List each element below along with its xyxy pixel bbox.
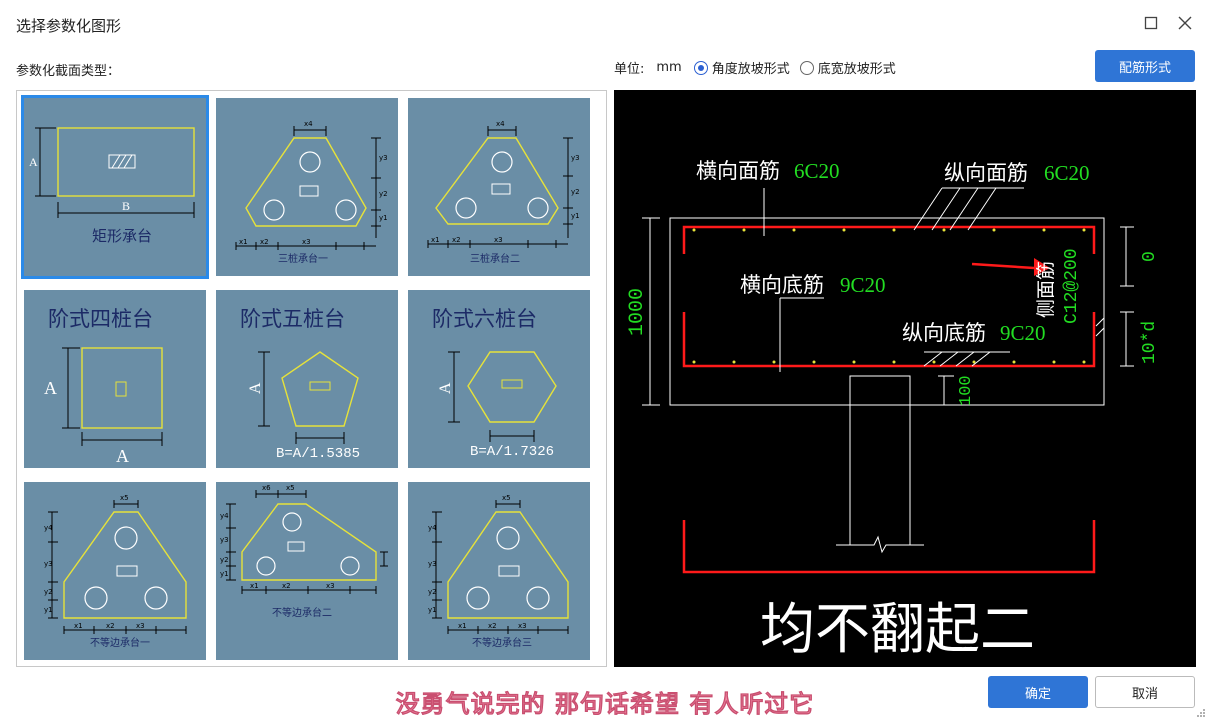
un3-y4: y4: [428, 524, 437, 532]
un1-y2: y2: [44, 588, 53, 596]
un2-y3: y3: [220, 536, 229, 544]
step5-dim-a: A: [247, 382, 264, 394]
step5-name: 阶式五桩台: [240, 307, 345, 331]
un1-x2: x2: [106, 622, 115, 630]
anchor-dim: 10*d: [1140, 321, 1160, 364]
un3-y2: y2: [428, 588, 437, 596]
tri1-y1: y1: [379, 214, 388, 222]
un1-x5: x5: [120, 494, 129, 502]
shape-step-four-pile[interactable]: 阶式四桩台 A A: [24, 290, 206, 468]
tri2-name: 三桩承台二: [470, 252, 520, 265]
shape-step-five-pile[interactable]: 阶式五桩台 A B=A/1.5385: [216, 290, 398, 468]
un2-x2: x2: [282, 582, 291, 590]
section-type-label: 参数化截面类型：: [16, 64, 121, 79]
preview-caption: 均不翻起二: [760, 599, 1035, 660]
unit-value: mm: [656, 60, 682, 75]
step4-dim-a2: A: [116, 446, 129, 466]
un2-name: 不等边承台二: [272, 606, 332, 619]
un1-x3: x3: [136, 622, 145, 630]
top-trans-value: 6C20: [794, 159, 840, 183]
rect-name: 矩形承台: [92, 227, 152, 245]
step6-dim-b: B=A/1.7326: [470, 444, 554, 460]
angle-slope-radio[interactable]: [693, 60, 708, 75]
tri2-y3: y3: [571, 154, 580, 162]
width-slope-radio[interactable]: [799, 60, 814, 75]
bot-trans-value: 9C20: [840, 273, 886, 297]
un1-x1: x1: [74, 622, 83, 630]
shape-three-pile-cap-1[interactable]: x4 y3 y2 y1 x1 x2 x3 三桩承台一: [216, 98, 398, 276]
side-rebar-value: C12@200: [1062, 248, 1082, 324]
shape-unequal-cap-3[interactable]: x5 y4 y3 y2 y1 x1 x2 x3 不等边承台三: [408, 482, 590, 660]
bot-long-label: 纵向底筋: [902, 321, 986, 345]
step5-dim-b: B=A/1.5385: [276, 446, 360, 462]
un3-name: 不等边承台三: [472, 636, 532, 649]
tri1-x3: x3: [302, 238, 311, 246]
close-icon[interactable]: [1174, 12, 1196, 34]
top-long-value: 6C20: [1044, 161, 1090, 185]
window-title: 选择参数化图形: [16, 17, 122, 35]
un1-name: 不等边承台一: [90, 636, 150, 649]
un1-y1: y1: [44, 606, 53, 614]
un2-y1: y1: [220, 570, 229, 578]
un3-x5: x5: [502, 494, 511, 502]
shape-rect-cap[interactable]: A B 矩形承台: [21, 95, 209, 279]
tri1-y2: y2: [379, 190, 388, 198]
maximize-icon[interactable]: [1140, 12, 1162, 34]
shape-unequal-cap-2[interactable]: x6 x5 y4 y3 y2 y1 x1 x2 x3 不等边承台二: [216, 482, 398, 660]
un1-y3: y3: [44, 560, 53, 568]
un2-x1: x1: [250, 582, 259, 590]
video-subtitle: 没勇气说完的 那句话希望 有人听过它: [395, 690, 815, 719]
un3-x1: x1: [458, 622, 467, 630]
un2-y2: y2: [220, 556, 229, 564]
angle-slope-label[interactable]: 角度放坡形式: [712, 58, 790, 77]
top-trans-label: 横向面筋: [696, 159, 780, 183]
rect-dim-a: A: [29, 155, 38, 169]
tri2-y1: y1: [571, 212, 580, 220]
un3-y3: y3: [428, 560, 437, 568]
tri1-x4: x4: [304, 120, 313, 128]
height-dim: 1000: [626, 288, 649, 336]
section-preview: 横向面筋 6C20 纵向面筋 6C20 横向底筋 9C20 纵向底筋 9C20 …: [614, 90, 1196, 667]
bot-long-value: 9C20: [1000, 321, 1046, 345]
tri2-x1: x1: [431, 236, 440, 244]
cover-bot-dim: 100: [957, 375, 976, 406]
step4-dim-a: A: [44, 378, 57, 398]
tri2-x4: x4: [496, 120, 505, 128]
tri1-x2: x2: [260, 238, 269, 246]
tri1-name: 三桩承台一: [278, 252, 328, 265]
tri1-x1: x1: [239, 238, 248, 246]
un2-y4: y4: [220, 512, 229, 520]
un1-y4: y4: [44, 524, 53, 532]
un3-x2: x2: [488, 622, 497, 630]
rect-dim-b: B: [122, 199, 130, 213]
unit-options-row: 单位: mm 角度放坡形式 底宽放坡形式: [614, 58, 896, 77]
step4-name: 阶式四桩台: [48, 307, 153, 331]
tri2-x3: x3: [494, 236, 503, 244]
shape-grid: A B 矩形承台 x4 y3 y2 y1 x1 x2 x3 三桩承台一 x4 y…: [16, 90, 607, 667]
shape-step-six-pile[interactable]: 阶式六桩台 A B=A/1.7326: [408, 290, 590, 468]
resize-grip-icon[interactable]: [1196, 708, 1206, 718]
side-rebar-label: 侧面筋: [1035, 261, 1057, 318]
step6-dim-a: A: [437, 382, 454, 394]
shape-unequal-cap-1[interactable]: x5 y4 y3 y2 y1 x1 x2 x3 不等边承台一: [24, 482, 206, 660]
tri2-y2: y2: [571, 188, 580, 196]
bot-trans-label: 横向底筋: [740, 273, 824, 297]
cover-top-dim: 0: [1140, 251, 1160, 262]
un2-x6: x6: [262, 484, 271, 492]
un3-x3: x3: [518, 622, 527, 630]
tri1-y3: y3: [379, 154, 388, 162]
shape-three-pile-cap-2[interactable]: x4 y3 y2 y1 x1 x2 x3 三桩承台二: [408, 98, 590, 276]
un3-y1: y1: [428, 606, 437, 614]
top-long-label: 纵向面筋: [944, 161, 1028, 185]
un2-x5: x5: [286, 484, 295, 492]
tri2-x2: x2: [452, 236, 461, 244]
rebar-form-button[interactable]: 配筋形式: [1095, 50, 1195, 82]
step6-name: 阶式六桩台: [432, 307, 537, 331]
un2-x3: x3: [326, 582, 335, 590]
unit-label: 单位:: [614, 62, 645, 77]
width-slope-label[interactable]: 底宽放坡形式: [818, 58, 896, 77]
